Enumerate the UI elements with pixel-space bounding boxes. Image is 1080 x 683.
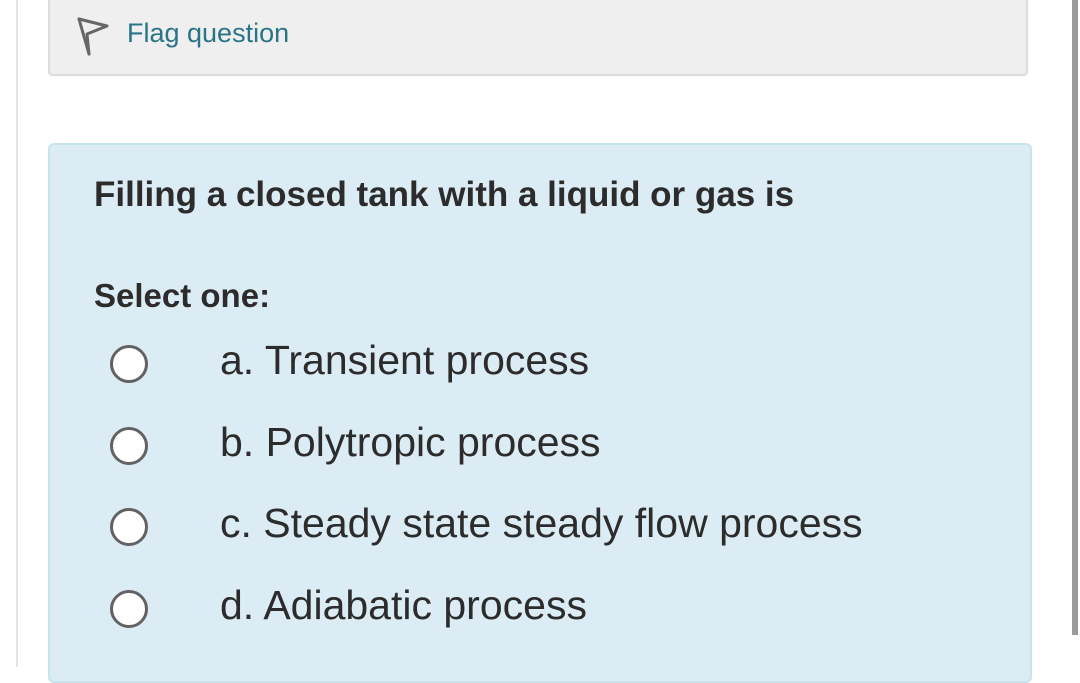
flag-outline-icon[interactable]: [76, 16, 110, 56]
scrollbar-track[interactable]: [1072, 0, 1080, 667]
flag-question-panel: Flag question: [48, 0, 1028, 76]
answer-option-d[interactable]: d. Adiabatic process: [100, 582, 1000, 650]
radio-button-b[interactable]: [110, 427, 148, 465]
radio-button-a[interactable]: [110, 345, 148, 383]
answer-option-a[interactable]: a. Transient process: [100, 337, 1000, 405]
answer-option-label[interactable]: c. Steady state steady flow process: [220, 500, 863, 547]
flag-question-link[interactable]: Flag question: [127, 18, 289, 49]
page-left-border: [16, 0, 18, 667]
scrollbar-thumb[interactable]: [1072, 0, 1078, 635]
answer-option-label[interactable]: d. Adiabatic process: [220, 582, 587, 629]
select-one-prompt: Select one:: [94, 277, 271, 314]
question-panel: Filling a closed tank with a liquid or g…: [48, 143, 1032, 683]
answer-option-c[interactable]: c. Steady state steady flow process: [100, 500, 1000, 568]
answer-option-b[interactable]: b. Polytropic process: [100, 419, 1000, 487]
answer-option-label[interactable]: b. Polytropic process: [220, 419, 601, 466]
radio-button-c[interactable]: [110, 508, 148, 546]
answer-option-label[interactable]: a. Transient process: [220, 337, 589, 384]
radio-button-d[interactable]: [110, 590, 148, 628]
question-text: Filling a closed tank with a liquid or g…: [94, 175, 795, 214]
